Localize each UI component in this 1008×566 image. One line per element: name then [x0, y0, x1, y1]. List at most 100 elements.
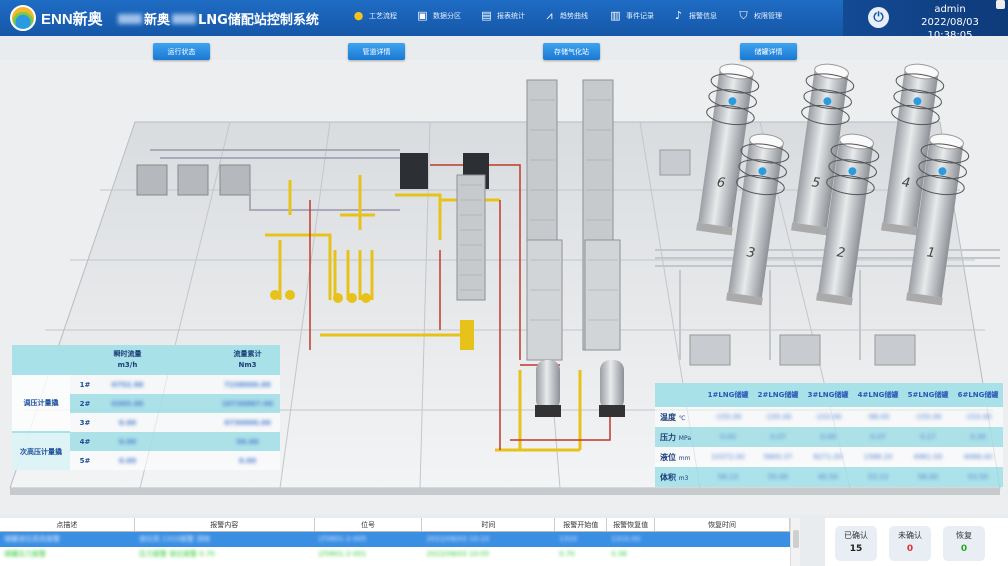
pipeline-detail-button[interactable]: 管道详情: [348, 43, 405, 60]
tank-detail-button[interactable]: 储罐详情: [740, 43, 797, 60]
alarm-cell: 储罐液位高高报警: [4, 535, 60, 543]
enn-logo-icon: [10, 5, 36, 31]
nav-label: 事件记录: [626, 11, 654, 20]
tank-value: 4961.00: [913, 453, 943, 461]
alarm-table: 点描述 报警内容 位号 时间 报警开始值 报警恢复值 恢复时间 储罐液位高高报警 液位高 13…: [0, 518, 790, 566]
stat-card[interactable]: 未确认 0: [889, 526, 931, 561]
shield-icon: ⛉: [739, 8, 748, 22]
tank-value: 10372.00: [711, 453, 745, 461]
tank-value: 0.09: [820, 433, 836, 441]
total-value: 10730867.00: [221, 399, 274, 408]
alarm-column-header[interactable]: 恢复时间: [655, 518, 790, 531]
label: 体积: [660, 472, 676, 482]
alarm-scrollbar[interactable]: [790, 518, 800, 566]
alarm-cell: [655, 547, 790, 562]
title-main: LNG储配站控制系统: [198, 13, 319, 28]
row-no: 5#: [79, 456, 91, 465]
alarm-column-header[interactable]: 报警内容: [135, 518, 315, 531]
tank-data-table: 1#LNG储罐 2#LNG储罐 3#LNG储罐 4#LNG储罐 5#LNG储罐 6#LNG…: [655, 383, 1003, 487]
nav-alarm[interactable]: ♪ 报警信息: [672, 9, 717, 22]
flow-value: 0752.00: [111, 380, 144, 389]
alarm-cell: 0.70: [559, 550, 575, 558]
nav-label: 报表统计: [497, 11, 525, 20]
nav-event[interactable]: ▥ 事件记录: [609, 9, 654, 22]
flow-value: 0365.00: [111, 399, 144, 408]
row-label: 液位 mm: [655, 447, 703, 467]
stat-label: 恢复: [956, 531, 972, 540]
alarm-column-header[interactable]: 报警恢复值: [607, 518, 656, 531]
tank-column-header: 1#LNG储罐: [703, 383, 753, 407]
storage-station-button[interactable]: 存储气化站: [543, 43, 600, 60]
tank-value: 0.00: [720, 433, 736, 441]
unit: ℃: [678, 414, 686, 422]
tank-value: 58.00: [917, 473, 939, 481]
total-value: 56.00: [236, 437, 259, 446]
logo: ENN新奥: [10, 5, 103, 31]
event-icon: ▥: [610, 9, 621, 22]
alarm-column-header[interactable]: 时间: [422, 518, 556, 531]
tank-column-header: 5#LNG储罐: [903, 383, 953, 407]
total-value: 7238000.00: [224, 380, 271, 389]
label: 压力: [660, 432, 676, 442]
stat-card[interactable]: 恢复 0: [943, 526, 985, 561]
alarm-column-header[interactable]: 位号: [315, 518, 423, 531]
row-label: 压力 MPa: [655, 427, 703, 447]
tank-value: 8271.00: [813, 453, 843, 461]
nav-label: 数据分区: [433, 11, 461, 20]
tank-value: 0.07: [770, 433, 786, 441]
alarm-cell: 1310.00: [611, 535, 641, 543]
alarm-cell: LT0801-2-005: [318, 535, 367, 543]
tank-value: -155.00: [914, 413, 942, 421]
row-no: 4#: [79, 437, 91, 446]
nav-label: 权限管理: [754, 11, 782, 20]
label: 液位: [660, 452, 676, 462]
username: admin: [934, 4, 966, 15]
report-icon: ▤: [481, 9, 492, 22]
flow-value: 0.00: [118, 456, 137, 465]
nav-trend[interactable]: ⩘ 趋势曲线: [543, 9, 588, 22]
alarm-row[interactable]: 储罐液位高高报警 液位高 1310报警 消除 LT0801-2-005 2022/08…: [0, 532, 790, 547]
tank-value: -153.00: [814, 413, 842, 421]
tank-value: 55.00: [767, 473, 789, 481]
tank-value: 58.13: [717, 473, 739, 481]
alarm-column-header[interactable]: 报警开始值: [555, 518, 608, 531]
stat-value: 0: [960, 544, 968, 554]
stat-card[interactable]: 已确认 15: [835, 526, 877, 561]
nav-permission[interactable]: ⛉ 权限管理: [737, 9, 782, 22]
user-info: admin 2022/08/03 10:38:05: [900, 3, 1000, 42]
group-label: 次高压计量撬: [12, 431, 70, 470]
tank-value: 1588.20: [863, 453, 893, 461]
tank-value: 53.13: [867, 473, 889, 481]
app-title: 新奥 LNG储配站控制系统: [118, 9, 319, 28]
nav-data[interactable]: ▣ 数据分区: [416, 9, 461, 22]
power-icon[interactable]: ⏻: [868, 7, 889, 28]
col-flow-unit: m3/h: [117, 361, 138, 369]
nav-label: 报警信息: [689, 11, 717, 20]
flow-value: 0.00: [118, 418, 137, 427]
alarm-cell: [655, 532, 790, 547]
tank-value: 53.50: [967, 473, 989, 481]
tank-value: -155.00: [764, 413, 792, 421]
total-value: 0.00: [238, 456, 257, 465]
stat-label: 已确认: [844, 531, 868, 540]
tank-row: 压力 MPa 0.00 0.07 0.09 0.07 0.27 0.30: [655, 427, 1003, 447]
lng-tanks: 6 5 4 3 2 1: [696, 63, 970, 306]
tank-value: 4088.00: [963, 453, 993, 461]
nav-process[interactable]: ● 工艺流程: [352, 9, 397, 22]
alarm-cell: 0.38: [611, 550, 627, 558]
tank-value: -98.00: [866, 413, 890, 421]
group-label: 调压计量撬: [12, 375, 70, 432]
alarm-cell: 2022/08/03 10:05: [426, 550, 490, 558]
alarm-column-header[interactable]: 点描述: [0, 518, 135, 531]
tank-row: 体积 m3 58.13 55.00 40.50 53.13 58.00 53.50: [655, 467, 1003, 487]
run-status-button[interactable]: 运行状态: [153, 43, 210, 60]
minimize-button[interactable]: [996, 0, 1005, 9]
nav-report[interactable]: ▤ 报表统计: [480, 9, 525, 22]
tank-row: 温度 ℃ -155.00 -155.00 -153.00 -98.00 -155.00 -1…: [655, 407, 1003, 427]
data-icon: ▣: [417, 9, 428, 22]
tank-value: 0.27: [920, 433, 936, 441]
alarm-row[interactable]: 储罐压力报警 压力报警 液位报警 0.70 LT0801-2-001 2022/08/…: [0, 547, 790, 562]
stat-value: 0: [906, 544, 914, 554]
tank-value: -155.00: [714, 413, 742, 421]
flow-value: 0.00: [118, 437, 137, 446]
